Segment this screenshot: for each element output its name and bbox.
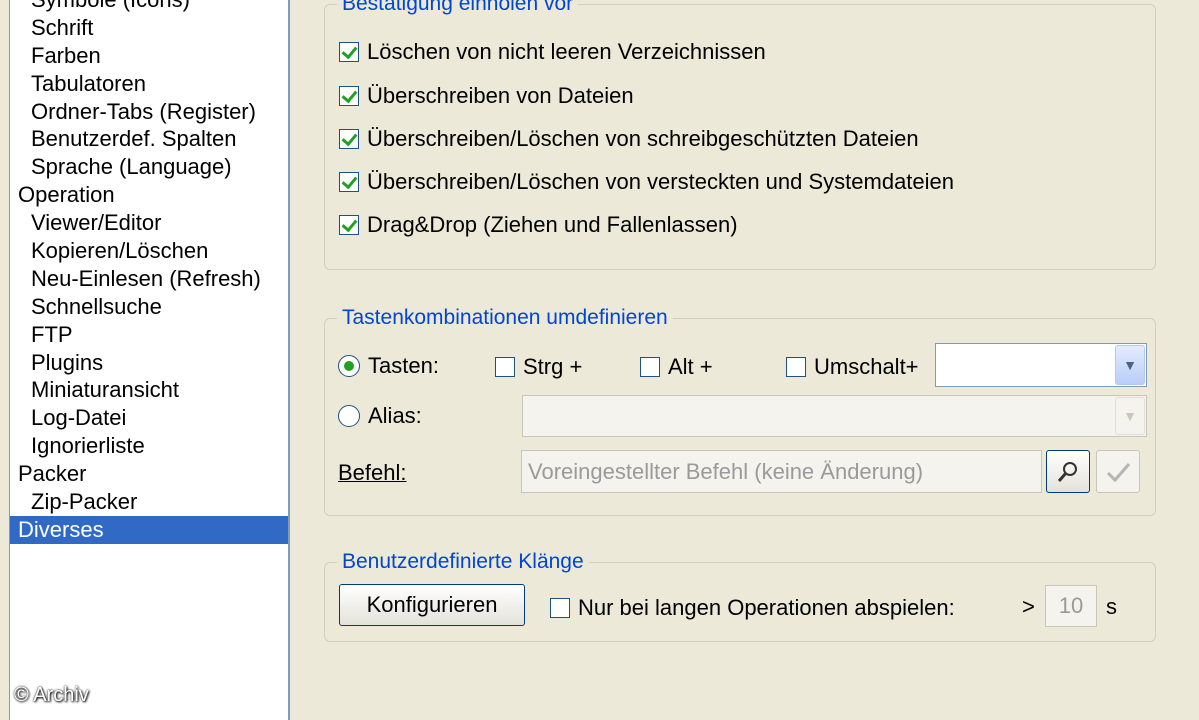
tree-item[interactable]: Zip-Packer xyxy=(10,488,288,516)
tree-item[interactable]: Kopieren/Löschen xyxy=(10,237,288,265)
strg-label: Strg + xyxy=(523,354,583,379)
alt-label: Alt + xyxy=(668,354,713,379)
tree-item[interactable]: Ignorierliste xyxy=(10,432,288,460)
confirm-checkbox-row[interactable]: Löschen von nicht leeren Verzeichnissen xyxy=(339,39,766,65)
seconds-input[interactable]: 10 xyxy=(1045,585,1097,627)
long-ops-checkbox[interactable] xyxy=(550,598,570,618)
confirm-group-title: Bestätigung einholen vor xyxy=(337,0,579,17)
confirm-checkbox-label: Überschreiben/Löschen von versteckten un… xyxy=(367,169,955,194)
hotkeys-group-title: Tastenkombinationen umdefinieren xyxy=(337,305,673,331)
alias-radio[interactable] xyxy=(338,405,360,427)
befehl-row: Befehl: xyxy=(338,460,407,486)
tasten-radio-row[interactable]: Tasten: xyxy=(338,353,439,379)
tree-item[interactable]: Ordner-Tabs (Register) xyxy=(10,98,288,126)
seconds-value: 10 xyxy=(1058,593,1084,618)
greater-than-symbol: > xyxy=(1022,594,1035,619)
alias-radio-row[interactable]: Alias: xyxy=(338,403,422,429)
tree-item[interactable]: Plugins xyxy=(10,349,288,377)
apply-command-button[interactable] xyxy=(1096,450,1140,493)
confirm-checkbox[interactable] xyxy=(339,172,359,192)
configure-button[interactable]: Konfigurieren xyxy=(339,584,525,626)
sounds-group-title: Benutzerdefinierte Klänge xyxy=(337,549,589,575)
tree-item[interactable]: Log-Datei xyxy=(10,404,288,432)
alias-label: Alias: xyxy=(368,403,422,428)
alt-checkbox[interactable] xyxy=(640,357,660,377)
confirm-checkbox-label: Überschreiben von Dateien xyxy=(367,83,634,108)
tree-item[interactable]: Schrift xyxy=(10,14,288,42)
confirm-checkbox-row[interactable]: Überschreiben von Dateien xyxy=(339,83,634,109)
tree-item[interactable]: Farben xyxy=(10,42,288,70)
confirm-checkbox[interactable] xyxy=(339,129,359,149)
confirm-checkbox[interactable] xyxy=(339,42,359,62)
confirm-checkbox[interactable] xyxy=(339,86,359,106)
befehl-label: Befehl: xyxy=(338,460,407,485)
confirm-checkbox-label: Drag&Drop (Ziehen und Fallenlassen) xyxy=(367,212,738,237)
seconds-unit: s xyxy=(1106,594,1117,619)
long-ops-label: Nur bei langen Operationen abspielen: xyxy=(578,595,955,620)
tasten-radio[interactable] xyxy=(338,355,360,377)
chevron-down-icon: ▼ xyxy=(1115,397,1145,435)
tree-item[interactable]: Tabulatoren xyxy=(10,70,288,98)
settings-tree[interactable]: Symbole (Icons)SchriftFarbenTabulatorenO… xyxy=(0,0,290,720)
befehl-input[interactable]: Voreingestellter Befehl (keine Änderung) xyxy=(521,450,1042,493)
magnifier-icon xyxy=(1057,461,1077,482)
configure-button-label: Konfigurieren xyxy=(366,592,498,617)
tree-left-edge xyxy=(0,0,10,720)
search-command-button[interactable] xyxy=(1046,450,1090,493)
tree-item[interactable]: Neu-Einlesen (Refresh) xyxy=(10,265,288,293)
tree-item[interactable]: Miniaturansicht xyxy=(10,376,288,404)
umschalt-label: Umschalt+ xyxy=(814,354,919,379)
confirm-checkbox[interactable] xyxy=(339,215,359,235)
umschalt-checkbox[interactable] xyxy=(786,357,806,377)
tree-item[interactable]: Symbole (Icons) xyxy=(10,0,288,14)
confirm-checkbox-row[interactable]: Überschreiben/Löschen von versteckten un… xyxy=(339,169,954,195)
tree-item[interactable]: Sprache (Language) xyxy=(10,153,288,181)
umschalt-checkbox-row[interactable]: Umschalt+ xyxy=(786,354,919,380)
strg-checkbox-row[interactable]: Strg + xyxy=(495,354,582,380)
alt-checkbox-row[interactable]: Alt + xyxy=(640,354,713,380)
tree-item[interactable]: Operation xyxy=(10,181,288,209)
confirm-checkbox-row[interactable]: Überschreiben/Löschen von schreibgeschüt… xyxy=(339,126,919,152)
long-ops-checkbox-row[interactable]: Nur bei langen Operationen abspielen: xyxy=(550,595,955,621)
key-dropdown[interactable]: ▼ xyxy=(935,343,1147,387)
tree-item[interactable]: Benutzerdef. Spalten xyxy=(10,125,288,153)
tree-item[interactable]: FTP xyxy=(10,321,288,349)
tree-list: Symbole (Icons)SchriftFarbenTabulatorenO… xyxy=(10,0,288,544)
tree-item[interactable]: Packer xyxy=(10,460,288,488)
alias-dropdown[interactable]: ▼ xyxy=(522,395,1147,437)
befehl-placeholder: Voreingestellter Befehl (keine Änderung) xyxy=(528,458,924,484)
checkmark-icon xyxy=(1106,462,1131,482)
chevron-down-icon[interactable]: ▼ xyxy=(1115,345,1145,385)
tree-item[interactable]: Diverses xyxy=(10,515,288,544)
tree-item[interactable]: Schnellsuche xyxy=(10,293,288,321)
tree-item[interactable]: Viewer/Editor xyxy=(10,209,288,237)
confirm-checkbox-label: Überschreiben/Löschen von schreibgeschüt… xyxy=(367,126,919,151)
tasten-label: Tasten: xyxy=(368,353,439,378)
copyright-watermark: © Archiv xyxy=(14,684,89,706)
confirm-checkbox-row[interactable]: Drag&Drop (Ziehen und Fallenlassen) xyxy=(339,212,738,238)
strg-checkbox[interactable] xyxy=(495,357,515,377)
confirm-checkbox-label: Löschen von nicht leeren Verzeichnissen xyxy=(367,39,766,64)
